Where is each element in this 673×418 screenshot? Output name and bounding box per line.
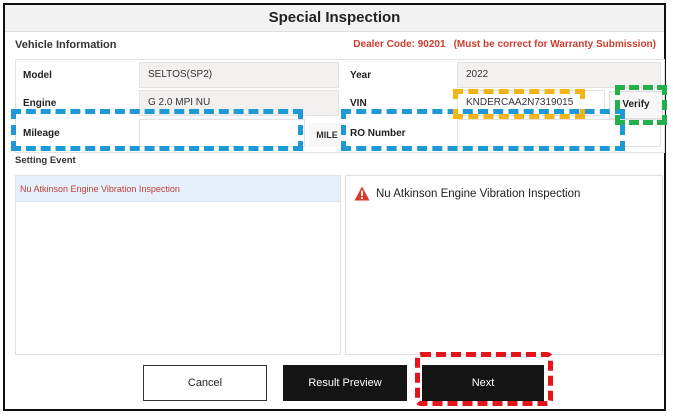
- verify-button[interactable]: Verify: [609, 91, 663, 119]
- list-item[interactable]: Nu Atkinson Engine Vibration Inspection: [16, 176, 340, 202]
- event-detail-panel: Nu Atkinson Engine Vibration Inspection: [345, 175, 663, 355]
- mileage-label: Mileage: [23, 128, 60, 139]
- model-field: SELTOS(SP2): [139, 62, 339, 88]
- window-title: Special Inspection: [5, 5, 664, 32]
- ro-number-label: RO Number: [350, 128, 406, 139]
- model-label: Model: [23, 70, 52, 81]
- setting-event-list: Nu Atkinson Engine Vibration Inspection: [15, 175, 341, 355]
- dealer-code-value: Dealer Code: 90201: [353, 39, 446, 50]
- mileage-input[interactable]: [139, 119, 305, 147]
- event-detail-text: Nu Atkinson Engine Vibration Inspection: [376, 187, 581, 200]
- engine-label: Engine: [23, 98, 57, 109]
- year-field: 2022: [457, 62, 661, 88]
- vehicle-info-heading: Vehicle Information: [15, 39, 117, 51]
- event-detail: Nu Atkinson Engine Vibration Inspection: [354, 186, 580, 201]
- warning-triangle-icon: [354, 186, 370, 201]
- vin-input[interactable]: KNDERCAA2N7319015: [457, 90, 605, 116]
- year-label: Year: [350, 70, 372, 81]
- ro-number-input[interactable]: [457, 119, 661, 147]
- dealer-code: Dealer Code: 90201 (Must be correct for W…: [353, 39, 656, 50]
- engine-field: G 2.0 MPI NU: [139, 90, 339, 116]
- result-preview-button[interactable]: Result Preview: [283, 365, 407, 401]
- next-button[interactable]: Next: [422, 365, 544, 401]
- mileage-unit: MILE: [309, 123, 345, 147]
- cancel-button[interactable]: Cancel: [143, 365, 267, 401]
- dealer-code-note: (Must be correct for Warranty Submission…: [453, 39, 656, 50]
- special-inspection-window: Special Inspection Vehicle Information D…: [3, 3, 667, 411]
- vin-label: VIN: [350, 98, 367, 109]
- setting-event-heading: Setting Event: [15, 155, 76, 166]
